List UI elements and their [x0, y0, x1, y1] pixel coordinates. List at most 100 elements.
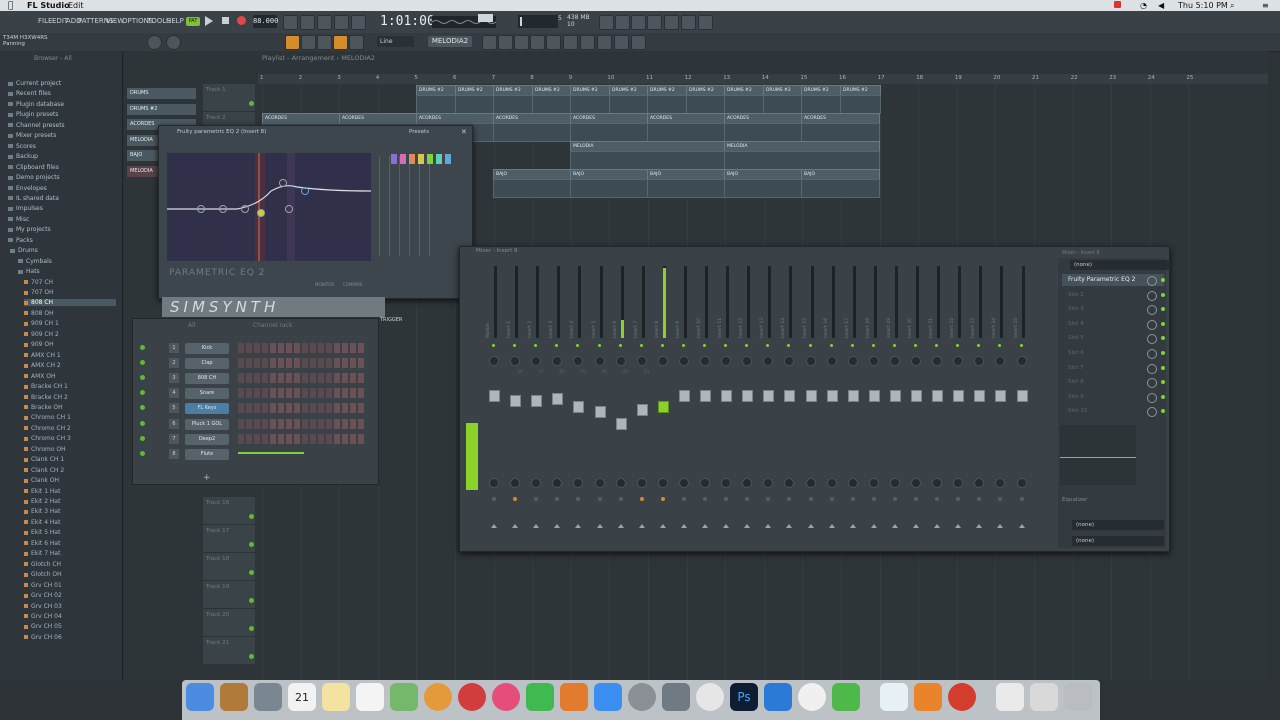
step-button[interactable] [254, 418, 260, 429]
eq-monitor-label[interactable]: MONITOR [315, 282, 334, 287]
step-button[interactable] [278, 343, 284, 353]
send-indicator[interactable] [914, 497, 918, 501]
step-button[interactable] [326, 373, 332, 384]
simsynth-header[interactable]: SIMSYNTH [162, 297, 385, 317]
input-selector[interactable]: (none) [1070, 260, 1170, 270]
browser-item[interactable]: Current project [8, 80, 61, 87]
pan-knob[interactable] [594, 356, 605, 366]
browser-item[interactable]: Glotch CH [24, 561, 61, 568]
mixer-track-led[interactable] [681, 344, 685, 347]
output-selector-2[interactable]: (none) [1072, 536, 1164, 546]
system-preferences-icon[interactable] [628, 683, 656, 711]
fx-slot-enable-led[interactable] [1161, 365, 1165, 370]
browser-item[interactable]: Grv CH 04 [24, 613, 62, 620]
stereo-knob[interactable] [889, 478, 900, 488]
stereo-knob[interactable] [868, 478, 879, 488]
step-button[interactable] [310, 388, 316, 399]
stereo-knob[interactable] [784, 478, 795, 488]
playlist-clip-body[interactable] [840, 95, 881, 114]
browser-item[interactable]: Bracke OH [24, 404, 63, 411]
channel-filter[interactable]: All [188, 322, 195, 329]
track-header[interactable]: Track 20 [203, 609, 255, 637]
send-indicator[interactable] [808, 497, 813, 501]
step-button[interactable] [350, 403, 356, 414]
route-arrow-icon[interactable] [575, 524, 582, 528]
step-button[interactable] [350, 343, 356, 353]
mixer-strip[interactable]: Insert 16 [822, 260, 842, 545]
step-button[interactable] [310, 418, 316, 429]
browser-item[interactable]: Grv CH 03 [24, 603, 62, 610]
route-arrow-icon[interactable] [512, 524, 519, 528]
step-button[interactable] [342, 433, 348, 444]
step-button[interactable] [238, 358, 244, 369]
step-button[interactable] [358, 403, 364, 414]
eq-graph[interactable] [167, 153, 372, 261]
send-indicator[interactable] [703, 497, 707, 501]
maps-icon[interactable] [390, 683, 418, 711]
step-button[interactable] [318, 418, 324, 429]
route-arrow-icon[interactable] [680, 524, 687, 528]
pan-knob[interactable] [1016, 356, 1027, 366]
step-button[interactable] [262, 403, 268, 414]
route-arrow-icon[interactable] [870, 524, 877, 528]
browser-item[interactable]: Ekit 4 Hat [24, 519, 60, 526]
channel-mute-led[interactable] [140, 345, 145, 350]
pan-knob[interactable] [552, 356, 563, 366]
stereo-knob[interactable] [531, 478, 542, 488]
route-arrow-icon[interactable] [934, 524, 941, 528]
playlist-clip-body[interactable] [570, 151, 726, 170]
channel-name-button[interactable]: Pluck 1 GOL [185, 418, 229, 430]
step-button[interactable] [310, 403, 316, 414]
step-button[interactable] [254, 373, 260, 384]
playlist-clip-body[interactable] [724, 95, 765, 114]
mixer-track-led[interactable] [492, 344, 495, 347]
mixer-track-led[interactable] [660, 344, 664, 347]
channel-mixer-track[interactable]: 7 [169, 433, 179, 444]
step-button[interactable] [302, 358, 308, 369]
route-arrow-icon[interactable] [807, 524, 814, 528]
step-button[interactable] [270, 358, 276, 369]
route-arrow-icon[interactable] [744, 524, 751, 528]
arrow-right-icon[interactable] [301, 35, 316, 50]
stereo-knob[interactable] [489, 478, 499, 488]
browser-item[interactable]: Misc [8, 216, 29, 223]
notification-icon[interactable]: ≡ [1262, 1, 1269, 10]
playlist-clip-body[interactable] [647, 179, 726, 198]
step-button[interactable] [350, 433, 356, 444]
step-button[interactable] [294, 403, 300, 414]
record-icon[interactable] [237, 16, 246, 25]
step-button[interactable] [278, 403, 284, 414]
fx-slot-enable-led[interactable] [1161, 351, 1165, 355]
fx-slot-mix-knob[interactable] [1147, 319, 1157, 330]
no-entry-icon[interactable] [458, 683, 486, 711]
output-selector-1[interactable]: (none) [1072, 520, 1164, 530]
step-button[interactable] [326, 403, 332, 414]
browser-item[interactable]: Chromo OH [24, 446, 66, 453]
mixer-strip[interactable]: Insert 12 [737, 260, 757, 545]
pattern-selector[interactable]: MELODIA2 [428, 36, 472, 47]
project-icon[interactable] [563, 35, 578, 50]
step-button[interactable] [326, 418, 332, 429]
playlist-clip-body[interactable] [724, 179, 803, 198]
step-button[interactable] [270, 403, 276, 414]
volume-fader[interactable] [615, 418, 627, 430]
camtasia-icon[interactable] [832, 683, 860, 711]
step-button[interactable] [350, 373, 356, 384]
browser-item[interactable]: IL shared data [8, 195, 59, 202]
playlist-clip-body[interactable] [570, 179, 649, 198]
playlist-clip-body[interactable] [724, 151, 880, 170]
add-channel-button[interactable]: + [203, 473, 211, 483]
mixer-track-led[interactable] [534, 344, 538, 347]
step-button[interactable] [294, 418, 300, 429]
browser-item[interactable]: AMX OH [24, 373, 56, 380]
photos-icon[interactable] [424, 683, 452, 711]
stereo-knob[interactable] [742, 478, 753, 488]
stereo-knob[interactable] [974, 478, 985, 488]
pan-knob[interactable] [995, 356, 1006, 366]
step-button[interactable] [286, 388, 292, 399]
step-button[interactable] [254, 433, 260, 444]
step-button[interactable] [342, 343, 348, 353]
step-button[interactable] [238, 418, 244, 429]
mixer-strip[interactable]: Insert 24 [990, 260, 1010, 545]
step-button[interactable] [246, 403, 252, 414]
